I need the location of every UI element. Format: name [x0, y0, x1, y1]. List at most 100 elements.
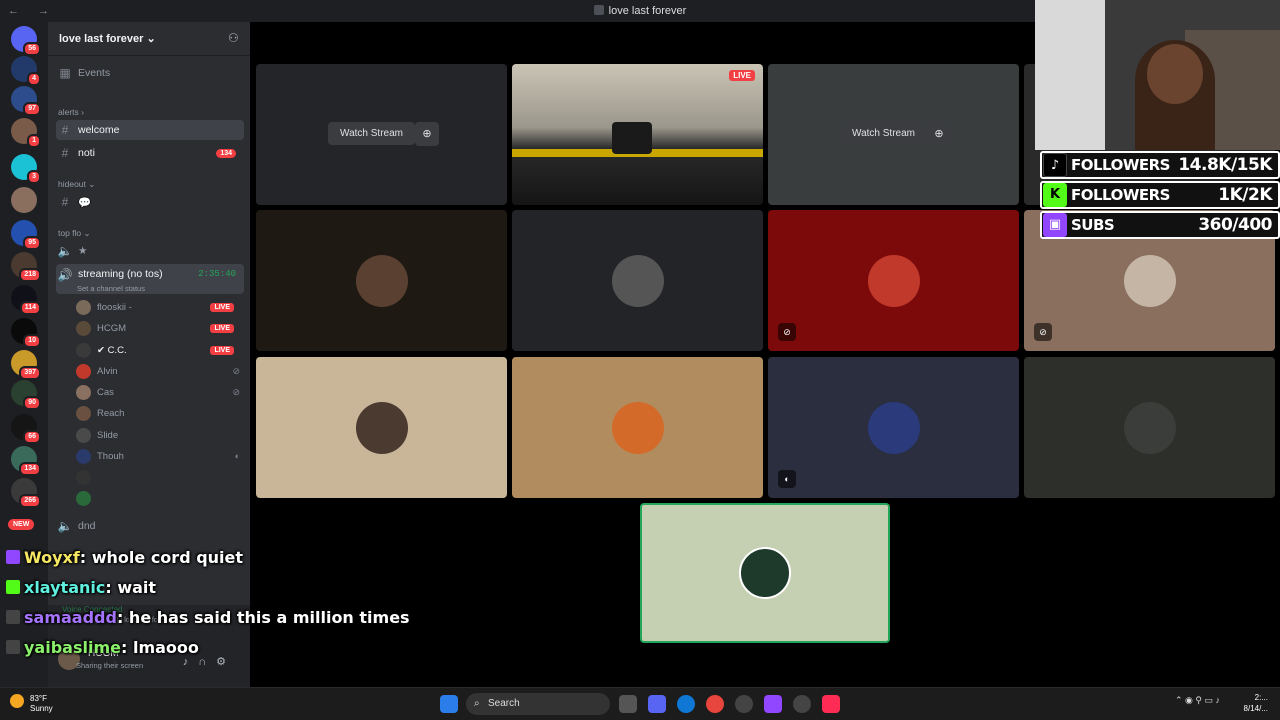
deafened-icon: ◐	[234, 451, 240, 461]
channel-label: ★	[78, 245, 88, 257]
voice-user-name: Alvin	[97, 365, 118, 377]
media-player-icon[interactable]	[735, 695, 753, 713]
hash-icon: #	[61, 195, 69, 209]
muted-icon: ⊘	[232, 365, 240, 376]
server-icon[interactable]	[11, 187, 37, 213]
server-icon[interactable]: 1	[11, 118, 41, 148]
server-icon[interactable]: 218	[11, 252, 41, 282]
tiktok-live-icon[interactable]	[822, 695, 840, 713]
voice-user[interactable]: HCGM LIVE	[76, 318, 242, 338]
participant-tile[interactable]	[512, 210, 763, 351]
server-icon[interactable]: 10	[11, 318, 41, 348]
start-icon[interactable]	[440, 695, 458, 713]
server-badge: 266	[19, 494, 41, 508]
weather-widget[interactable]: 83°F Sunny	[10, 694, 53, 714]
channel-status[interactable]: Set a channel status	[77, 284, 145, 293]
voice-user[interactable]: Cas ⊘	[76, 382, 242, 402]
server-icon[interactable]: 266	[11, 478, 41, 508]
obs-icon[interactable]	[793, 695, 811, 713]
voice-user[interactable]: Thouh ◐	[76, 446, 242, 466]
participant-tile[interactable]	[512, 357, 763, 498]
voice-user[interactable]: Reach	[76, 403, 242, 423]
twitch-studio-icon[interactable]	[764, 695, 782, 713]
voice-user-name: ✔ C.C.	[97, 344, 127, 356]
add-member-icon[interactable]: ⚇	[228, 31, 239, 45]
events-item[interactable]: ▦ Events	[56, 63, 244, 83]
clock-time: 2:...	[1254, 693, 1268, 702]
stream-tile[interactable]: Watch Stream ⊕	[768, 64, 1019, 205]
server-badge: 97	[23, 102, 41, 116]
stream-tile[interactable]: Watch Stream ⊕	[256, 64, 507, 205]
server-icon[interactable]: 4	[11, 56, 41, 86]
voice-user[interactable]	[76, 488, 242, 508]
category-alerts[interactable]: alerts ›	[58, 107, 84, 117]
participant-tile[interactable]: ⊘	[768, 210, 1019, 351]
category-top-flo[interactable]: top flo ⌄	[58, 228, 91, 239]
server-badge: 90	[23, 396, 41, 410]
channel-noti[interactable]: # noti 134	[56, 143, 244, 163]
server-icon[interactable]: 397	[11, 350, 41, 380]
task-view-icon[interactable]	[619, 695, 637, 713]
chat-message: Woyxf: whole cord quiet	[6, 542, 446, 572]
server-icon[interactable]: 134	[11, 446, 41, 476]
server-badge: 3	[27, 170, 41, 184]
mention-badge: 134	[216, 148, 236, 158]
server-icon[interactable]: 95	[11, 220, 41, 250]
channel-label: noti	[78, 147, 95, 159]
discord-icon[interactable]	[648, 695, 666, 713]
twitch-icon	[6, 550, 20, 564]
clock[interactable]: 2:... 8/14/...	[1244, 692, 1268, 714]
participant-tile[interactable]: ◐	[768, 357, 1019, 498]
goal-kick: K FOLLOWERS 1K/2K	[1040, 181, 1280, 209]
hash-icon: #	[61, 123, 69, 137]
server-icon[interactable]: 3	[11, 154, 41, 184]
server-icon[interactable]: 66	[11, 414, 41, 444]
new-badge[interactable]: NEW	[8, 519, 35, 530]
muted-icon: ⊘	[1034, 323, 1052, 341]
participant-tile-speaking[interactable]	[640, 503, 890, 643]
chat-text: he has said this a million times	[128, 607, 410, 627]
watch-stream-button[interactable]: Watch Stream	[328, 122, 415, 145]
events-label: Events	[78, 67, 111, 79]
participant-tile[interactable]	[1024, 357, 1275, 498]
voice-channel-dnd[interactable]: 🔈 dnd	[56, 516, 244, 536]
popout-icon[interactable]: ⊕	[415, 122, 439, 146]
participant-tile[interactable]	[256, 357, 507, 498]
watch-stream-button[interactable]: Watch Stream	[840, 122, 927, 145]
voice-user[interactable]: Alvin ⊘	[76, 361, 242, 381]
discord-home-icon[interactable]: 56	[11, 26, 41, 56]
chrome-icon[interactable]	[706, 695, 724, 713]
voice-channel-star[interactable]: 🔈 ★	[56, 241, 244, 261]
chat-user: Woyxf	[24, 547, 80, 567]
app-icon	[593, 5, 604, 15]
goal-value: 1K/2K	[1218, 185, 1272, 205]
edge-icon[interactable]	[677, 695, 695, 713]
live-badge: LIVE	[210, 345, 234, 355]
channel-bubble[interactable]: # 💬	[56, 192, 244, 212]
tiktok-icon	[6, 640, 20, 654]
server-icon[interactable]: 114	[11, 285, 41, 315]
channel-welcome[interactable]: # welcome	[56, 120, 244, 140]
participant-tile[interactable]	[256, 210, 507, 351]
chevron-down-icon: ⌄	[146, 33, 156, 45]
voice-user-name: Reach	[97, 407, 125, 419]
voice-user[interactable]: flooskii - LIVE	[76, 297, 242, 317]
server-name-button[interactable]: love last forever ⌄	[59, 32, 156, 45]
avatar	[739, 547, 791, 599]
voice-user[interactable]	[76, 467, 242, 487]
stream-tile-live[interactable]: LIVE	[512, 64, 763, 205]
server-icon[interactable]: 90	[11, 380, 41, 410]
voice-user-name: HCGM	[97, 322, 127, 334]
weather-text: Sunny	[30, 704, 53, 713]
server-icon[interactable]: 97	[11, 86, 41, 116]
voice-user[interactable]: Slide	[76, 425, 242, 445]
voice-user[interactable]: ✔ C.C. LIVE	[76, 340, 242, 360]
system-tray[interactable]: ⌃ ◉ ⚲ ▭ ♪	[1175, 695, 1220, 706]
taskbar-search[interactable]: ⌕ Search	[466, 693, 610, 715]
popout-icon[interactable]: ⊕	[927, 122, 951, 146]
tiktok-icon	[6, 610, 20, 624]
server-name: love last forever	[59, 33, 144, 45]
weather-temp: 83°F	[30, 694, 47, 703]
goal-label: FOLLOWERS	[1071, 186, 1170, 204]
category-hideout[interactable]: hideout ⌄	[58, 179, 95, 190]
